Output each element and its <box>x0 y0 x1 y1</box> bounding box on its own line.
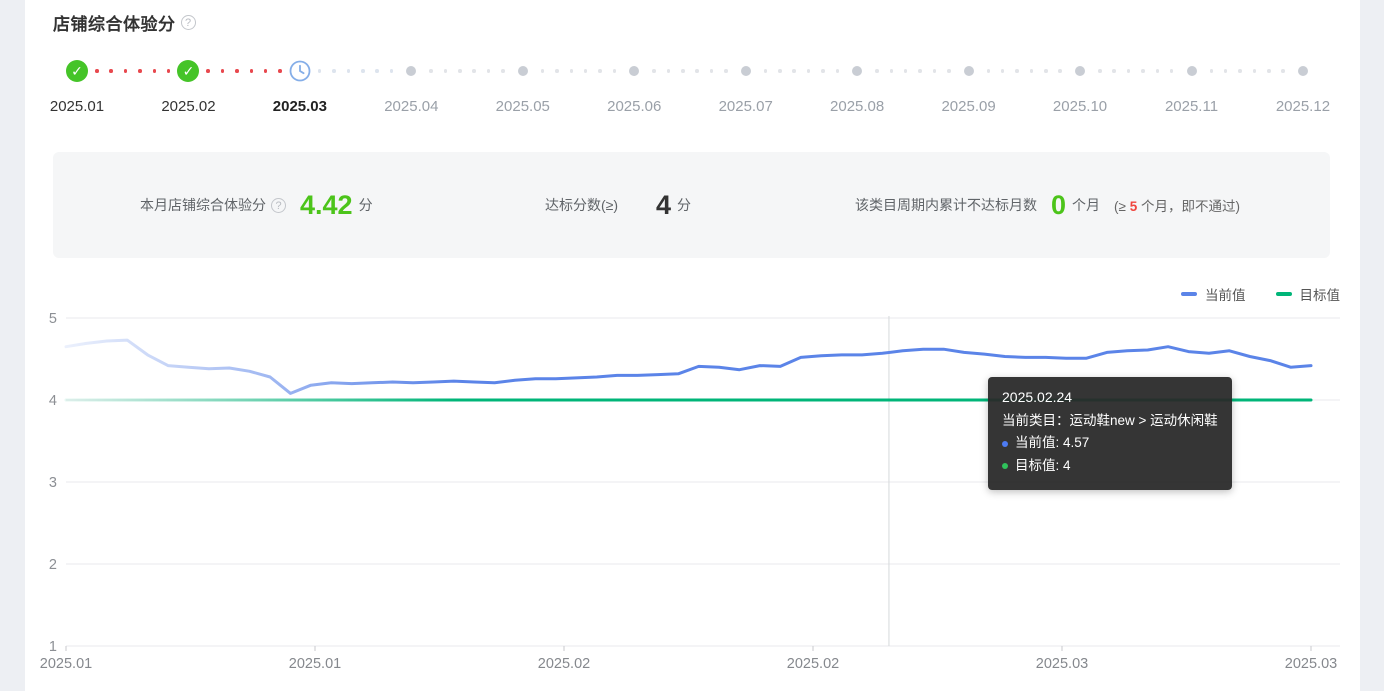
summary-current-score-text: 本月店铺综合体验分 <box>140 197 266 213</box>
timeline-month-2025.04[interactable]: 2025.04 <box>361 58 461 115</box>
timeline-month-2025.11[interactable]: 2025.11 <box>1142 58 1242 115</box>
legend-item-目标值[interactable]: 目标值 <box>1275 284 1341 304</box>
future-dot-icon <box>1297 66 1308 76</box>
tooltip-category: 当前类目：运动鞋new > 运动休闲鞋 <box>1002 412 1218 428</box>
series-dot-icon <box>1002 463 1008 470</box>
timeline-month-label: 2025.08 <box>830 98 885 115</box>
chart-tooltip: 2025.02.24 当前类目：运动鞋new > 运动休闲鞋 当前值: 4.57… <box>988 377 1232 490</box>
timeline-month-label: 2025.01 <box>49 98 105 115</box>
summary-pass-score-value: 4 <box>656 189 672 220</box>
timeline-month-2025.05[interactable]: 2025.05 <box>473 58 573 115</box>
future-dot-icon <box>1186 66 1197 76</box>
page-title: 店铺综合体验分 <box>53 15 176 34</box>
x-axis-tick-label: 2025.02 <box>787 656 839 672</box>
x-axis-tick-label: 2025.02 <box>538 656 590 672</box>
summary-fail-months-unit: 个月 <box>1072 197 1101 213</box>
page-title-row: 店铺综合体验分 ? <box>53 10 196 35</box>
y-axis-tick-label: 3 <box>49 475 57 491</box>
future-dot-icon <box>740 66 751 76</box>
timeline-month-2025.12[interactable]: 2025.12 <box>1253 58 1353 115</box>
legend-swatch-icon <box>1275 292 1292 296</box>
summary-band: 本月店铺综合体验分 ? 4.42 分 达标分数(≥) 4 分 该类目周期内累计不… <box>53 152 1330 258</box>
timeline-month-2025.10[interactable]: 2025.10 <box>1030 58 1130 115</box>
x-axis-tick-label: 2025.03 <box>1036 656 1088 672</box>
x-axis-tick-label: 2025.01 <box>40 656 92 672</box>
summary-fail-months-note: (≥ 5 个月，即不通过) <box>1114 199 1240 214</box>
summary-current-score: 本月店铺综合体验分 ? 4.42 分 <box>140 152 373 258</box>
summary-pass-score: 达标分数(≥) 4 分 <box>545 152 691 258</box>
clock-icon <box>289 60 311 82</box>
y-axis-tick-label: 5 <box>49 311 57 327</box>
summary-fail-months-label: 该类目周期内累计不达标月数 <box>855 197 1037 213</box>
summary-fail-months: 该类目周期内累计不达标月数 0 个月 (≥ 5 个月，即不通过) <box>855 152 1240 258</box>
timeline-month-2025.03[interactable]: 2025.03 <box>250 58 350 115</box>
future-dot-icon <box>1075 66 1086 76</box>
legend-label: 目标值 <box>1299 288 1341 303</box>
summary-pass-score-label: 达标分数(≥) <box>545 197 619 213</box>
y-axis-tick-label: 4 <box>49 393 57 409</box>
month-timeline: ✓ 2025.01 ✓ 2025.02 2025.03 2025.04 2025.05 202… <box>25 58 1360 128</box>
timeline-month-label: 2025.07 <box>718 98 773 115</box>
future-dot-icon <box>963 66 974 76</box>
tooltip-series-row: 目标值: 4 <box>1002 455 1218 478</box>
future-dot-icon <box>517 66 528 76</box>
summary-current-score-unit: 分 <box>358 197 373 213</box>
series-dot-icon <box>1002 440 1008 447</box>
score-card: 店铺综合体验分 ? ✓ 2025.01 ✓ 2025.02 2025.03 2025.04… <box>25 0 1360 691</box>
timeline-month-2025.08[interactable]: 2025.08 <box>807 58 907 115</box>
timeline-month-2025.02[interactable]: ✓ 2025.02 <box>138 58 238 115</box>
timeline-month-label: 2025.04 <box>384 98 439 115</box>
timeline-month-label: 2025.06 <box>607 98 662 115</box>
legend-item-当前值[interactable]: 当前值 <box>1181 284 1246 304</box>
timeline-month-label: 2025.12 <box>1275 98 1331 115</box>
x-axis-tick-label: 2025.01 <box>289 656 341 672</box>
y-axis-tick-label: 1 <box>49 639 57 655</box>
check-circle-icon: ✓ <box>66 60 88 82</box>
legend-swatch-icon <box>1181 292 1197 296</box>
tooltip-series-row: 当前值: 4.57 <box>1002 432 1218 455</box>
legend-label: 当前值 <box>1205 288 1246 303</box>
timeline-month-2025.07[interactable]: 2025.07 <box>696 58 796 115</box>
timeline-month-label: 2025.11 <box>1164 98 1219 115</box>
future-dot-icon <box>406 66 417 76</box>
summary-current-score-label: 本月店铺综合体验分 ? <box>140 195 286 215</box>
y-axis-tick-label: 2 <box>49 557 57 573</box>
score-trend-chart-section: 当前值 目标值 1 2 3 4 5 2025.01 2025.01 2025.02 2025.02… <box>25 270 1360 691</box>
timeline-month-label: 2025.03 <box>272 98 327 115</box>
summary-fail-months-value: 0 <box>1051 189 1067 220</box>
timeline-month-label: 2025.10 <box>1052 98 1108 115</box>
future-dot-icon <box>852 66 863 76</box>
timeline-month-2025.09[interactable]: 2025.09 <box>919 58 1019 115</box>
timeline-month-2025.06[interactable]: 2025.06 <box>584 58 684 115</box>
future-dot-icon <box>629 66 640 76</box>
chart-legend: 当前值 目标值 <box>1181 284 1340 304</box>
question-circle-icon[interactable]: ? <box>271 197 286 213</box>
timeline-month-label: 2025.09 <box>941 98 996 115</box>
timeline-month-2025.01[interactable]: ✓ 2025.01 <box>27 58 127 115</box>
question-circle-icon[interactable]: ? <box>180 15 196 30</box>
tooltip-date: 2025.02.24 <box>1002 389 1073 405</box>
x-axis-tick-label: 2025.03 <box>1285 656 1337 672</box>
timeline-month-label: 2025.02 <box>161 98 216 115</box>
timeline-month-label: 2025.05 <box>495 98 550 115</box>
check-circle-icon: ✓ <box>177 60 200 82</box>
summary-pass-score-unit: 分 <box>677 197 692 213</box>
summary-current-score-value: 4.42 <box>300 189 353 220</box>
